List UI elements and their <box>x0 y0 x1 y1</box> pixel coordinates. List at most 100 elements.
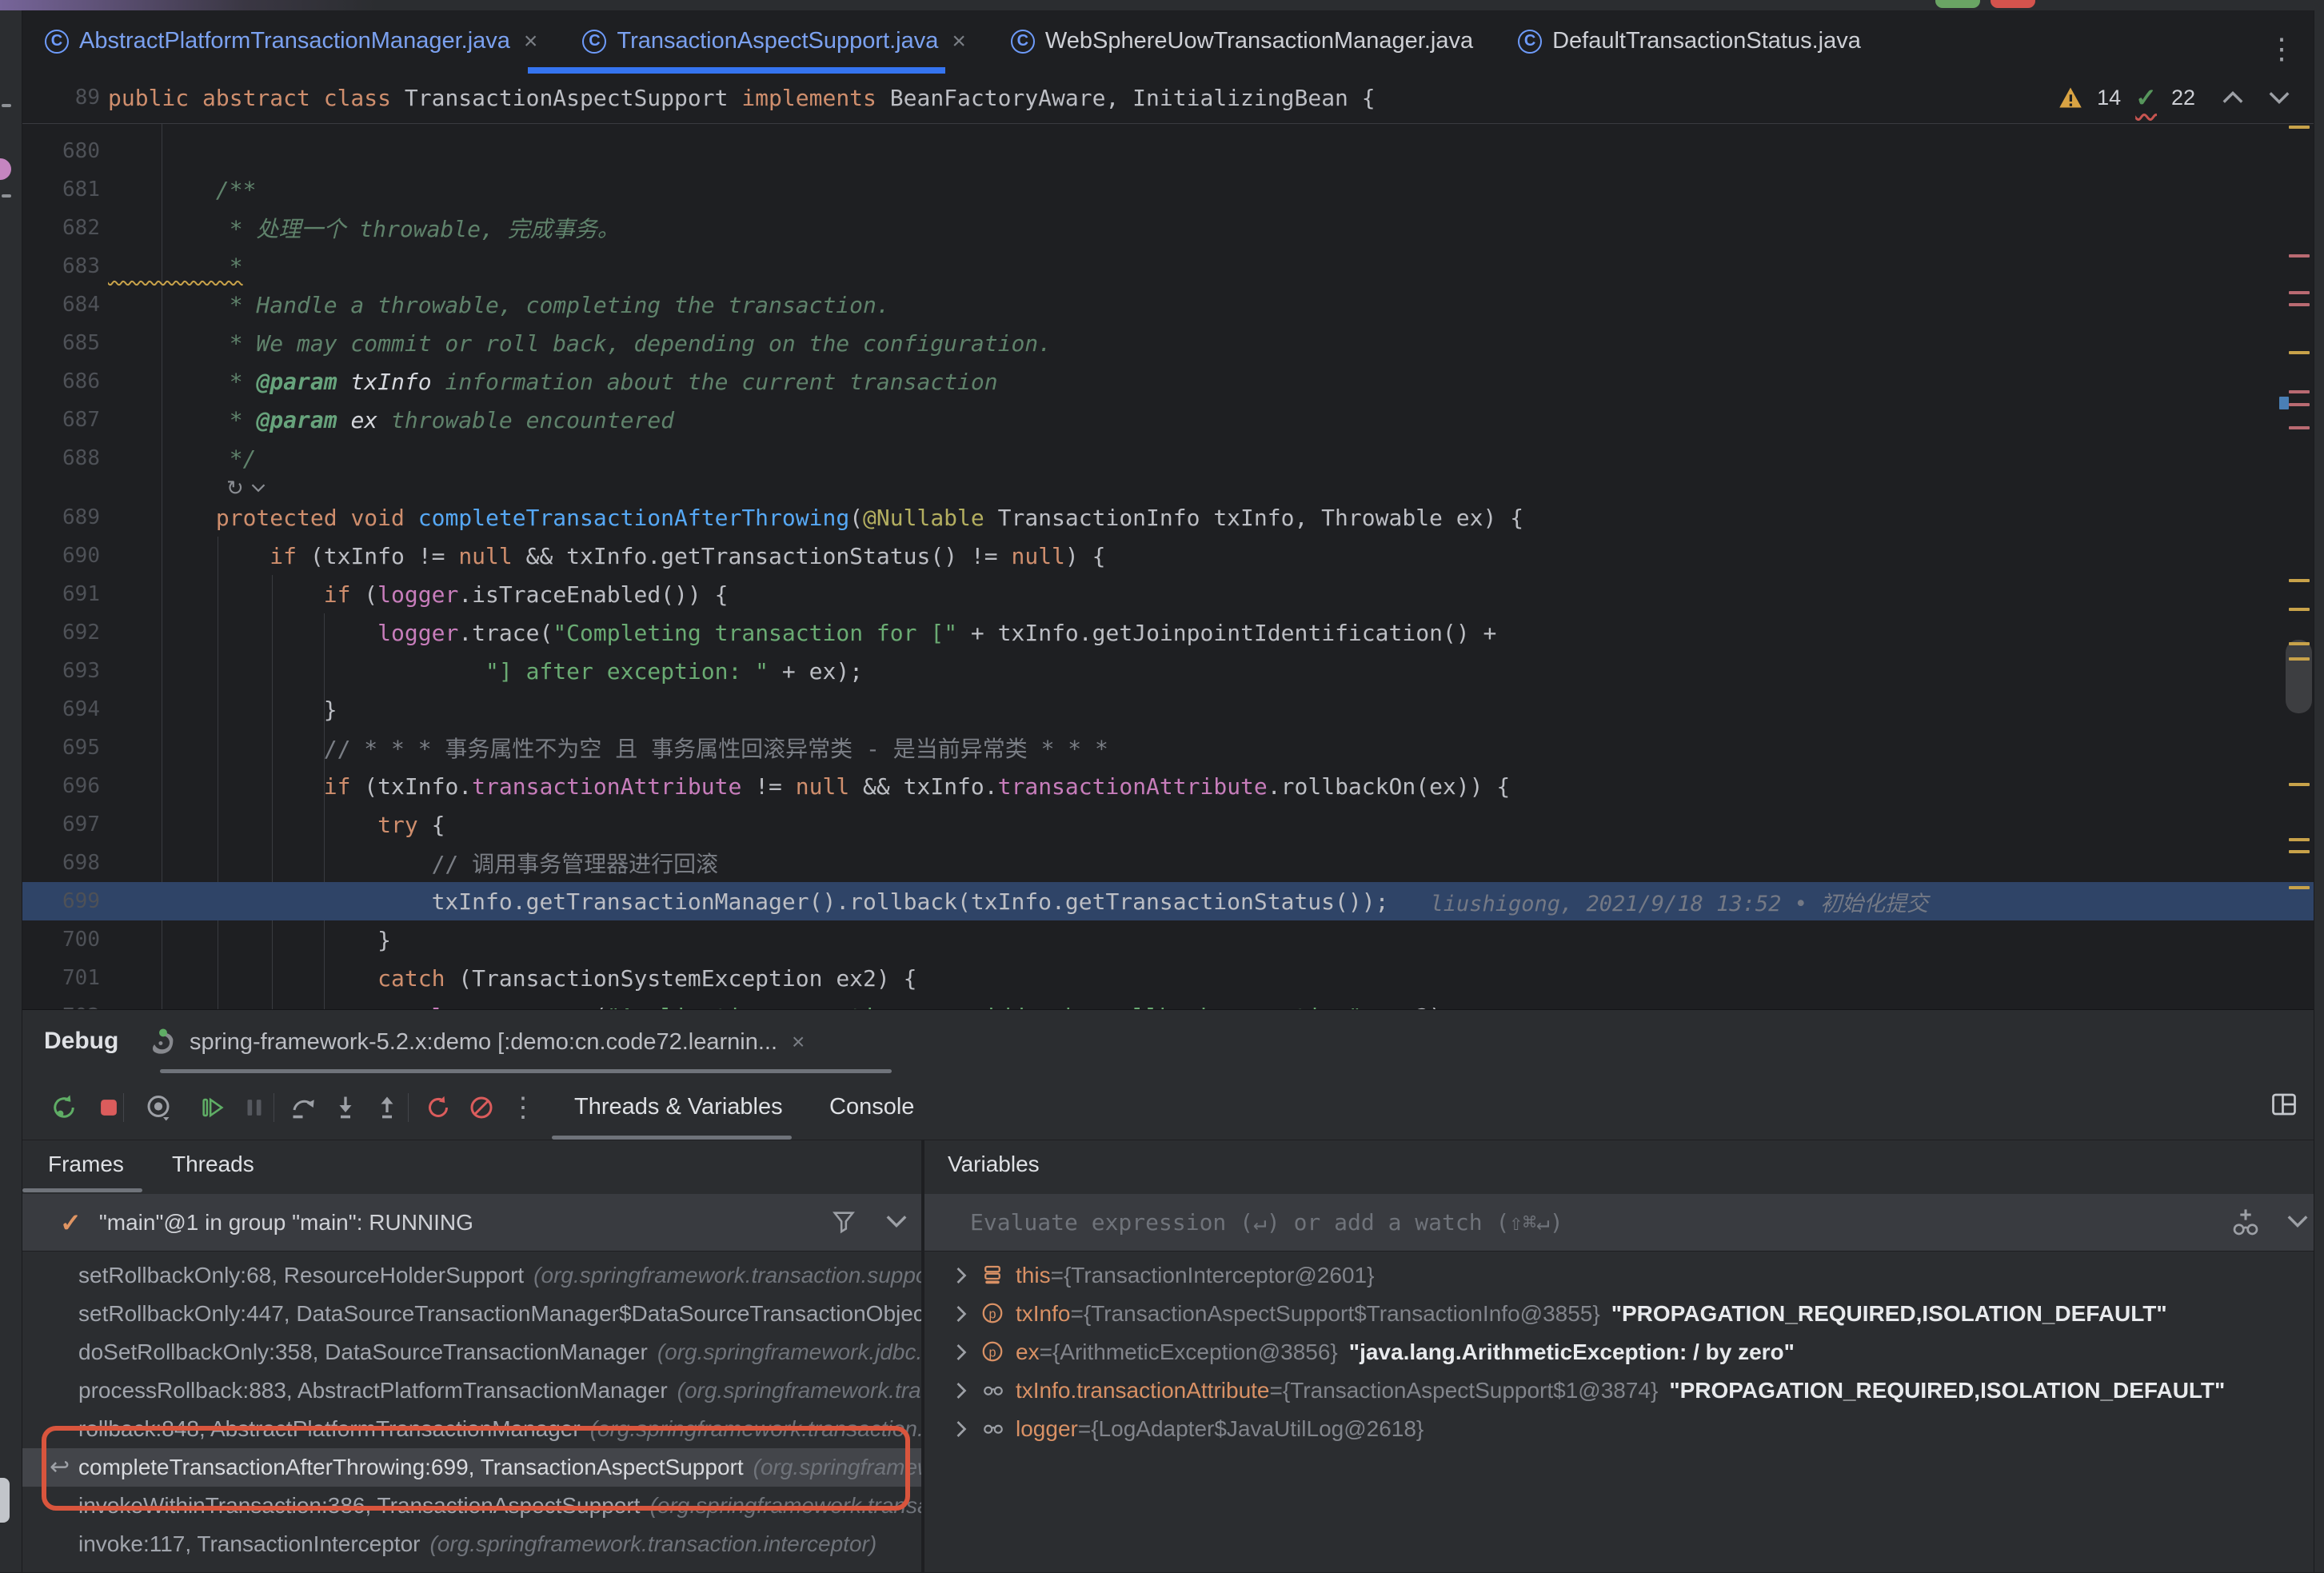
editor-tab[interactable]: CAbstractPlatformTransactionManager.java… <box>22 10 560 72</box>
stack-frame[interactable]: doSetRollbackOnly:358, DataSourceTransac… <box>22 1333 921 1371</box>
inspection-widget[interactable]: 14 ✓ 22 <box>2058 72 2291 123</box>
chevron-right-icon[interactable] <box>953 1381 969 1400</box>
chevron-down-icon[interactable] <box>2286 1213 2310 1229</box>
code-line[interactable]: 701 catch (TransactionSystemException ex… <box>22 959 2314 997</box>
line-number[interactable]: 683 <box>22 254 100 278</box>
drop-frame-button[interactable] <box>421 1090 456 1125</box>
resume-button[interactable] <box>195 1090 230 1125</box>
editor-tab[interactable]: CWebSphereUowTransactionManager.java <box>988 10 1495 72</box>
code-editor[interactable]: 680681 /**682 * 处理一个 throwable, 完成事务。683… <box>22 124 2314 1009</box>
debug-session-tab[interactable]: spring-framework-5.2.x:demo [:demo:cn.co… <box>148 1020 805 1064</box>
line-number[interactable]: 689 <box>22 505 100 529</box>
line-number[interactable]: 697 <box>22 812 100 836</box>
stack-frame[interactable]: processRollback:883, AbstractPlatformTra… <box>22 1371 921 1410</box>
chevron-down-icon[interactable] <box>250 482 266 493</box>
line-number[interactable]: 691 <box>22 582 100 606</box>
code-line[interactable]: 682 * 处理一个 throwable, 完成事务。 <box>22 209 2314 247</box>
editor-tab[interactable]: CDefaultTransactionStatus.java <box>1495 10 1883 72</box>
stack-frame[interactable]: setRollbackOnly:447, DataSourceTransacti… <box>22 1295 921 1333</box>
stack-frame[interactable]: invoke:117, TransactionInterceptor(org.s… <box>22 1525 921 1563</box>
code-line[interactable]: 689 protected void completeTransactionAf… <box>22 498 2314 537</box>
step-into-button[interactable] <box>328 1090 363 1125</box>
line-number[interactable]: 692 <box>22 621 100 645</box>
line-number[interactable]: 701 <box>22 966 100 990</box>
step-out-button[interactable] <box>369 1090 405 1125</box>
code-line[interactable]: 698 // 调用事务管理器进行回滚 <box>22 844 2314 882</box>
line-number[interactable]: 684 <box>22 293 100 317</box>
line-number[interactable]: 688 <box>22 446 100 470</box>
chevron-up-icon[interactable] <box>2221 90 2245 106</box>
line-number[interactable]: 681 <box>22 178 100 202</box>
line-number[interactable]: 682 <box>22 216 100 240</box>
current-debug-line[interactable]: 699 txInfo.getTransactionManager().rollb… <box>22 882 2314 920</box>
code-line[interactable]: 700 } <box>22 920 2314 959</box>
mute-breakpoints-button[interactable] <box>464 1090 499 1125</box>
view-breakpoints-button[interactable] <box>141 1090 176 1125</box>
line-number[interactable]: 690 <box>22 544 100 568</box>
code-line[interactable]: 690 if (txInfo != null && txInfo.getTran… <box>22 537 2314 575</box>
chevron-down-icon[interactable] <box>884 1213 908 1229</box>
code-line[interactable]: 680 <box>22 132 2314 170</box>
tab-threads-variables[interactable]: Threads & Variables <box>574 1074 783 1140</box>
close-icon[interactable]: × <box>792 1029 805 1055</box>
tab-frames[interactable]: Frames <box>48 1152 124 1177</box>
filter-icon[interactable] <box>830 1208 857 1236</box>
thread-selector[interactable]: ✓ "main"@1 in group "main": RUNNING <box>22 1194 921 1252</box>
line-number[interactable]: 694 <box>22 697 100 721</box>
variable-row[interactable]: this = {TransactionInterceptor@2601} <box>924 1256 2314 1295</box>
stack-frame[interactable]: rollback:848, AbstractPlatformTransactio… <box>22 1410 921 1448</box>
stack-frame[interactable]: proceed:194, ReflectiveMethodInvocation(… <box>22 1563 921 1573</box>
line-number[interactable]: 696 <box>22 774 100 798</box>
kebab-icon[interactable]: ⋮ <box>2267 34 2296 63</box>
step-over-button[interactable] <box>286 1090 321 1125</box>
chevron-down-icon[interactable] <box>2267 90 2291 106</box>
code-line[interactable]: 697 try { <box>22 805 2314 844</box>
stripe-dash-icon[interactable] <box>2 194 11 198</box>
line-number[interactable]: 695 <box>22 736 100 760</box>
close-icon[interactable]: × <box>952 28 966 55</box>
chevron-right-icon[interactable] <box>953 1343 969 1362</box>
layout-settings-icon[interactable] <box>2266 1087 2302 1122</box>
code-line[interactable]: 692 logger.trace("Completing transaction… <box>22 613 2314 652</box>
line-number[interactable]: 698 <box>22 851 100 875</box>
tool-stripe-handle[interactable] <box>0 1478 10 1523</box>
add-watch-icon[interactable] <box>2230 1207 2262 1239</box>
code-line[interactable]: 693 "] after exception: " + ex); <box>22 652 2314 690</box>
code-line[interactable]: 702 logger.error("Application exception … <box>22 997 2314 1009</box>
code-line[interactable]: 695 // * * * 事务属性不为空 且 事务属性回滚异常类 - 是当前异常… <box>22 729 2314 767</box>
tab-console[interactable]: Console <box>829 1074 914 1140</box>
stack-frame[interactable]: ↩completeTransactionAfterThrowing:699, T… <box>22 1448 921 1487</box>
code-line[interactable]: 684 * Handle a throwable, completing the… <box>22 285 2314 324</box>
class-declaration[interactable]: public abstract class TransactionAspectS… <box>108 85 1376 111</box>
chevron-right-icon[interactable] <box>953 1266 969 1285</box>
variable-row[interactable]: txInfo.transactionAttribute = {Transacti… <box>924 1371 2314 1410</box>
code-line[interactable]: 683 * <box>22 247 2314 285</box>
stripe-dash-icon[interactable] <box>2 104 11 107</box>
more-actions-button[interactable]: ⋮ <box>505 1090 541 1125</box>
pause-button[interactable] <box>237 1090 272 1125</box>
variable-row[interactable]: pex = {ArithmeticException@3856}"java.la… <box>924 1333 2314 1371</box>
variable-row[interactable]: ptxInfo = {TransactionAspectSupport$Tran… <box>924 1295 2314 1333</box>
evaluate-expression-input[interactable]: Evaluate expression (↵) or add a watch (… <box>924 1194 2314 1252</box>
code-line[interactable]: 687 * @param ex throwable encountered <box>22 401 2314 439</box>
close-icon[interactable]: × <box>524 28 538 55</box>
line-number[interactable]: 699 <box>22 889 100 913</box>
avatar[interactable] <box>0 158 11 180</box>
line-number[interactable]: 685 <box>22 331 100 355</box>
line-number[interactable]: 687 <box>22 408 100 432</box>
line-number[interactable]: 686 <box>22 369 100 393</box>
code-line[interactable]: 694 } <box>22 690 2314 729</box>
record-pill-green[interactable] <box>1935 0 1980 8</box>
rerun-debug-button[interactable] <box>46 1090 82 1125</box>
variable-row[interactable]: logger = {LogAdapter$JavaUtilLog@2618} <box>924 1410 2314 1448</box>
editor-tab[interactable]: CTransactionAspectSupport.java× <box>560 10 988 72</box>
recycle-inlay-icon[interactable]: ↻ <box>226 476 244 501</box>
record-pill-red[interactable] <box>1991 0 2035 8</box>
code-line[interactable]: 685 * We may commit or roll back, depend… <box>22 324 2314 362</box>
code-line[interactable]: 696 if (txInfo.transactionAttribute != n… <box>22 767 2314 805</box>
tab-threads[interactable]: Threads <box>172 1152 254 1177</box>
code-line[interactable]: 681 /** <box>22 170 2314 209</box>
line-number[interactable]: 693 <box>22 659 100 683</box>
line-number[interactable]: 680 <box>22 139 100 163</box>
code-line[interactable]: 691 if (logger.isTraceEnabled()) { <box>22 575 2314 613</box>
